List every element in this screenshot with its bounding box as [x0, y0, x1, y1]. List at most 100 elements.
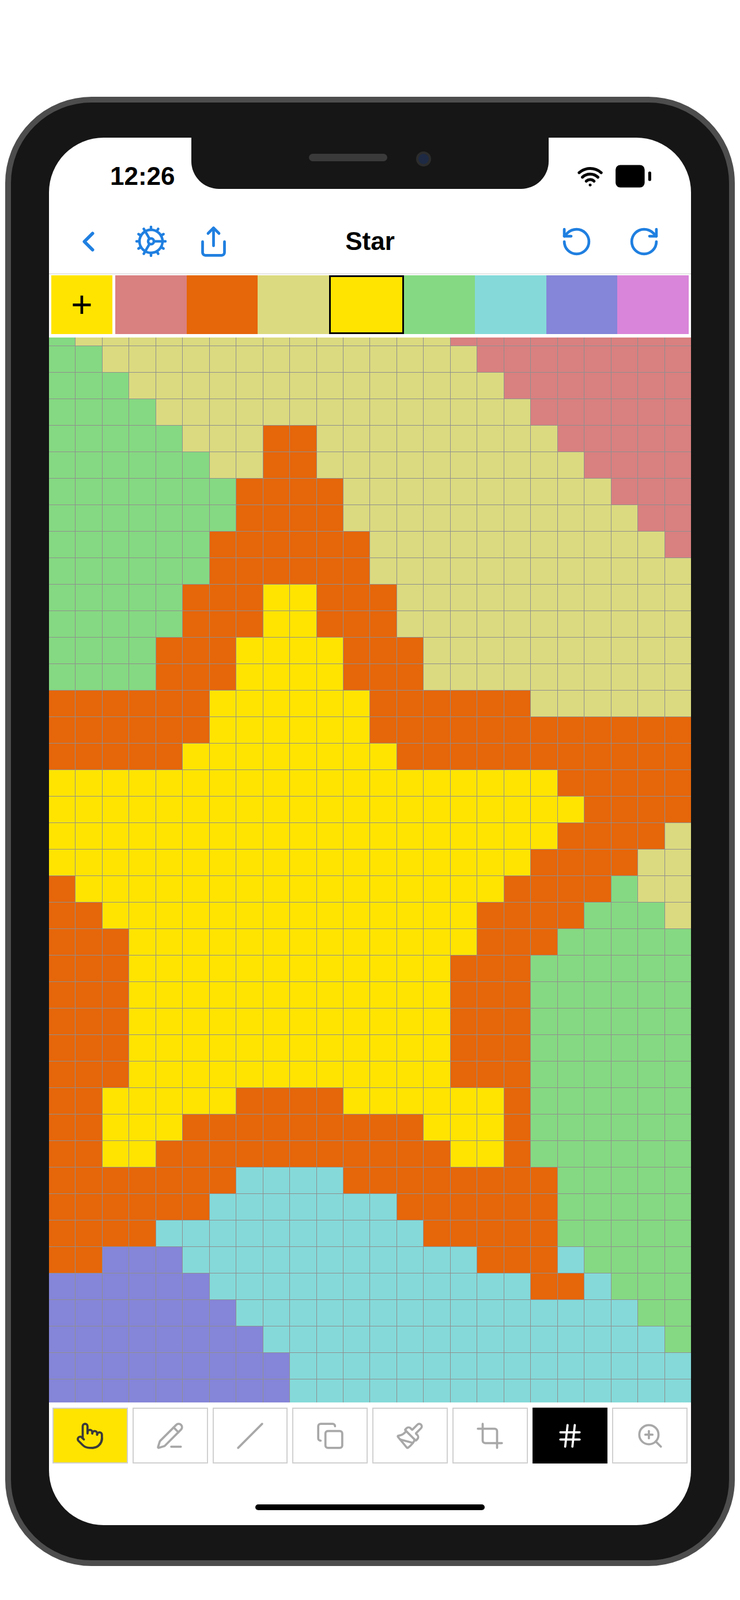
canvas-cell[interactable]: [370, 1380, 396, 1404]
canvas-cell[interactable]: [665, 452, 692, 479]
canvas-cell[interactable]: [477, 611, 504, 638]
canvas-cell[interactable]: [75, 1274, 102, 1301]
canvas-cell[interactable]: [75, 1141, 102, 1168]
canvas-cell[interactable]: [557, 717, 584, 744]
canvas-cell[interactable]: [236, 1168, 263, 1195]
canvas-cell[interactable]: [156, 797, 183, 823]
canvas-cell[interactable]: [289, 876, 316, 903]
canvas-cell[interactable]: [343, 1115, 370, 1142]
canvas-cell[interactable]: [48, 505, 75, 532]
canvas-cell[interactable]: [504, 1062, 531, 1089]
canvas-cell[interactable]: [477, 1300, 504, 1327]
canvas-cell[interactable]: [611, 558, 638, 585]
canvas-cell[interactable]: [665, 505, 692, 532]
canvas-cell[interactable]: [423, 1353, 450, 1380]
canvas-cell[interactable]: [156, 452, 183, 479]
canvas-cell[interactable]: [611, 478, 638, 505]
canvas-cell[interactable]: [343, 1009, 370, 1036]
canvas-cell[interactable]: [423, 770, 450, 797]
canvas-cell[interactable]: [182, 1194, 209, 1221]
canvas-cell[interactable]: [665, 611, 692, 638]
canvas-cell[interactable]: [504, 337, 531, 346]
canvas-cell[interactable]: [611, 346, 638, 373]
canvas-cell[interactable]: [504, 1247, 531, 1274]
canvas-cell[interactable]: [263, 1062, 290, 1089]
canvas-cell[interactable]: [129, 1062, 156, 1089]
canvas-cell[interactable]: [236, 399, 263, 426]
canvas-cell[interactable]: [182, 797, 209, 823]
canvas-cell[interactable]: [423, 903, 450, 930]
canvas-cell[interactable]: [102, 717, 129, 744]
canvas-cell[interactable]: [504, 770, 531, 797]
canvas-cell[interactable]: [504, 1353, 531, 1380]
canvas-cell[interactable]: [182, 452, 209, 479]
canvas-cell[interactable]: [584, 399, 611, 426]
canvas-cell[interactable]: [263, 903, 290, 930]
canvas-cell[interactable]: [316, 1035, 343, 1062]
canvas-cell[interactable]: [236, 478, 263, 505]
canvas-cell[interactable]: [75, 1115, 102, 1142]
canvas-cell[interactable]: [289, 956, 316, 983]
canvas-cell[interactable]: [209, 903, 236, 930]
canvas-cell[interactable]: [665, 770, 692, 797]
canvas-cell[interactable]: [129, 611, 156, 638]
canvas-cell[interactable]: [530, 337, 557, 346]
canvas-cell[interactable]: [289, 1380, 316, 1404]
canvas-cell[interactable]: [48, 956, 75, 983]
canvas-cell[interactable]: [289, 425, 316, 452]
canvas-cell[interactable]: [665, 903, 692, 930]
canvas-cell[interactable]: [236, 425, 263, 452]
canvas-cell[interactable]: [209, 611, 236, 638]
canvas-cell[interactable]: [530, 611, 557, 638]
canvas-cell[interactable]: [75, 452, 102, 479]
canvas-cell[interactable]: [209, 797, 236, 823]
canvas-cell[interactable]: [370, 337, 396, 346]
canvas-cell[interactable]: [263, 346, 290, 373]
canvas-cell[interactable]: [397, 982, 424, 1009]
canvas-cell[interactable]: [236, 1062, 263, 1089]
canvas-cell[interactable]: [504, 1380, 531, 1404]
canvas-cell[interactable]: [477, 982, 504, 1009]
canvas-cell[interactable]: [557, 372, 584, 399]
canvas-cell[interactable]: [637, 1062, 664, 1089]
canvas-cell[interactable]: [370, 797, 396, 823]
canvas-cell[interactable]: [182, 372, 209, 399]
canvas-cell[interactable]: [129, 770, 156, 797]
canvas-cell[interactable]: [129, 531, 156, 558]
canvas-cell[interactable]: [343, 1247, 370, 1274]
canvas-cell[interactable]: [343, 691, 370, 717]
canvas-cell[interactable]: [423, 1300, 450, 1327]
canvas-cell[interactable]: [236, 372, 263, 399]
canvas-cell[interactable]: [48, 664, 75, 691]
canvas-cell[interactable]: [316, 691, 343, 717]
canvas-cell[interactable]: [182, 1247, 209, 1274]
canvas-cell[interactable]: [370, 717, 396, 744]
canvas-cell[interactable]: [75, 770, 102, 797]
canvas-cell[interactable]: [450, 452, 477, 479]
canvas-cell[interactable]: [665, 584, 692, 611]
canvas-cell[interactable]: [477, 717, 504, 744]
canvas-cell[interactable]: [370, 505, 396, 532]
canvas-cell[interactable]: [129, 691, 156, 717]
canvas-cell[interactable]: [504, 1300, 531, 1327]
tool-button[interactable]: [212, 1408, 289, 1465]
canvas-cell[interactable]: [263, 1194, 290, 1221]
canvas-cell[interactable]: [263, 372, 290, 399]
canvas-cell[interactable]: [263, 770, 290, 797]
canvas-cell[interactable]: [584, 1327, 611, 1354]
undo-icon[interactable]: [560, 225, 594, 259]
canvas-cell[interactable]: [530, 637, 557, 664]
canvas-cell[interactable]: [156, 346, 183, 373]
canvas-cell[interactable]: [48, 1247, 75, 1274]
canvas-cell[interactable]: [477, 1247, 504, 1274]
canvas-cell[interactable]: [129, 956, 156, 983]
canvas-cell[interactable]: [370, 399, 396, 426]
canvas-cell[interactable]: [665, 876, 692, 903]
canvas-cell[interactable]: [584, 1088, 611, 1115]
canvas-cell[interactable]: [504, 505, 531, 532]
canvas-cell[interactable]: [48, 903, 75, 930]
canvas-cell[interactable]: [75, 1247, 102, 1274]
canvas-cell[interactable]: [423, 717, 450, 744]
canvas-cell[interactable]: [209, 584, 236, 611]
canvas-cell[interactable]: [129, 797, 156, 823]
